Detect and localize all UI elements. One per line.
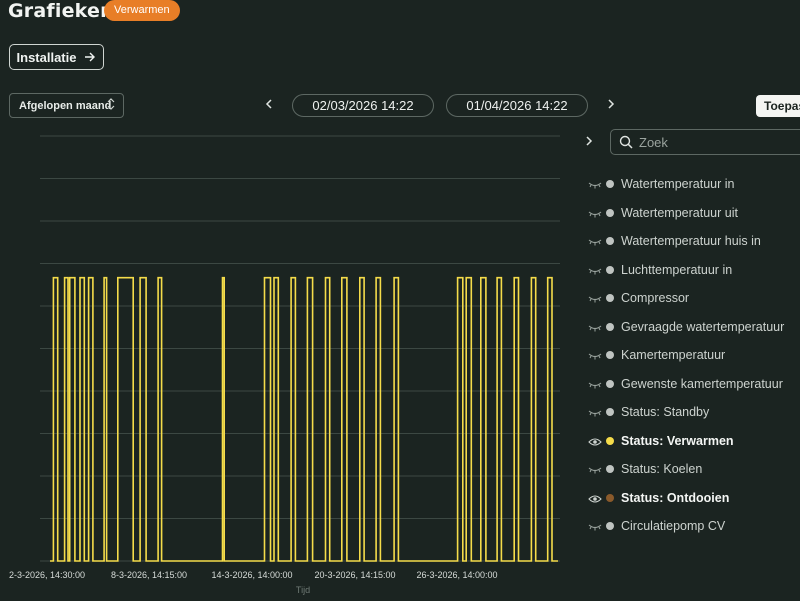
start-date-value: 02/03/2026 14:22 bbox=[312, 98, 414, 113]
legend-color-dot bbox=[606, 522, 614, 531]
eye-closed-icon[interactable] bbox=[588, 322, 602, 332]
mode-badge: Verwarmen bbox=[104, 0, 180, 21]
eye-closed-icon[interactable] bbox=[588, 464, 602, 474]
chevron-left-icon bbox=[265, 99, 272, 109]
legend-item-label: Gewenste kamertemperatuur bbox=[621, 376, 783, 391]
legend-item[interactable]: Circulatiepomp CV bbox=[588, 512, 784, 541]
legend-item-label: Watertemperatuur uit bbox=[621, 205, 738, 220]
status-chart: 2-3-2026, 14:30:00 8-3-2026, 14:15:00 14-3… bbox=[9, 135, 560, 595]
eye-closed-icon[interactable] bbox=[588, 407, 602, 417]
legend-item-label: Status: Koelen bbox=[621, 462, 703, 477]
eye-icon[interactable] bbox=[588, 493, 602, 503]
legend-color-dot bbox=[606, 379, 614, 388]
legend-item[interactable]: Status: Ontdooien bbox=[588, 484, 784, 513]
legend-item[interactable]: Status: Verwarmen bbox=[588, 427, 784, 456]
legend-color-dot bbox=[606, 493, 614, 502]
end-date-input[interactable]: 01/04/2026 14:22 bbox=[446, 94, 588, 117]
period-select[interactable]: Afgelopen maand bbox=[9, 93, 124, 118]
eye-icon[interactable] bbox=[588, 436, 602, 446]
legend-color-dot bbox=[606, 265, 614, 274]
chevron-right-icon bbox=[586, 136, 593, 146]
legend-item-label: Status: Standby bbox=[621, 405, 710, 420]
legend-item-label: Luchttemperatuur in bbox=[621, 262, 733, 277]
eye-closed-icon[interactable] bbox=[588, 350, 602, 360]
legend-color-dot bbox=[606, 408, 614, 417]
legend-item-label: Kamertemperatuur bbox=[621, 348, 726, 363]
x-tick-label: 8-3-2026, 14:15:00 bbox=[111, 570, 187, 580]
legend-item[interactable]: Kamertemperatuur bbox=[588, 341, 784, 370]
end-date-value: 01/04/2026 14:22 bbox=[466, 98, 568, 113]
eye-closed-icon[interactable] bbox=[588, 521, 602, 531]
eye-closed-icon[interactable] bbox=[588, 179, 602, 189]
x-tick-label: 14-3-2026, 14:00:00 bbox=[211, 570, 292, 580]
start-date-input[interactable]: 02/03/2026 14:22 bbox=[292, 94, 434, 117]
legend-item-label: Watertemperatuur huis in bbox=[621, 234, 761, 249]
legend-item-label: Watertemperatuur in bbox=[621, 177, 735, 192]
legend-color-dot bbox=[606, 436, 614, 445]
chevron-right-icon bbox=[608, 99, 615, 109]
search-input[interactable] bbox=[639, 134, 789, 150]
legend-item[interactable]: Status: Koelen bbox=[588, 455, 784, 484]
arrow-right-icon bbox=[85, 52, 96, 62]
search-field[interactable] bbox=[610, 129, 800, 155]
eye-closed-icon[interactable] bbox=[588, 265, 602, 275]
legend-item[interactable]: Watertemperatuur in bbox=[588, 170, 784, 199]
legend-item-label: Circulatiepomp CV bbox=[621, 519, 726, 534]
legend-item-label: Gevraagde watertemperatuur bbox=[621, 319, 785, 334]
search-icon bbox=[619, 135, 633, 149]
legend-color-dot bbox=[606, 208, 614, 217]
legend-item-label: Status: Verwarmen bbox=[621, 433, 734, 448]
eye-closed-icon[interactable] bbox=[588, 208, 602, 218]
installation-button[interactable]: Installatie bbox=[9, 44, 104, 70]
page-title: Grafieken bbox=[8, 0, 114, 22]
x-tick-label: 20-3-2026, 14:15:00 bbox=[314, 570, 395, 580]
x-tick-label: 26-3-2026, 14:00:00 bbox=[416, 570, 497, 580]
chevron-updown-icon bbox=[107, 98, 115, 113]
previous-period-button[interactable] bbox=[261, 96, 277, 112]
x-tick-label: 2-3-2026, 14:30:00 bbox=[9, 570, 85, 580]
x-axis-title: Tijd bbox=[296, 585, 310, 595]
legend-item-label: Compressor bbox=[621, 291, 690, 306]
legend-color-dot bbox=[606, 322, 614, 331]
legend-item[interactable]: Watertemperatuur uit bbox=[588, 199, 784, 228]
next-period-button[interactable] bbox=[603, 96, 619, 112]
legend-item[interactable]: Watertemperatuur huis in bbox=[588, 227, 784, 256]
legend-item[interactable]: Status: Standby bbox=[588, 398, 784, 427]
period-select-value: Afgelopen maand bbox=[19, 99, 112, 112]
legend-item[interactable]: Luchttemperatuur in bbox=[588, 256, 784, 285]
legend-color-dot bbox=[606, 237, 614, 246]
legend-item[interactable]: Gevraagde watertemperatuur bbox=[588, 313, 784, 342]
legend-item[interactable]: Compressor bbox=[588, 284, 784, 313]
eye-closed-icon[interactable] bbox=[588, 379, 602, 389]
series-legend: Watertemperatuur in Watertemperatuur uit W… bbox=[588, 170, 784, 541]
legend-color-dot bbox=[606, 180, 614, 189]
legend-color-dot bbox=[606, 351, 614, 360]
eye-closed-icon[interactable] bbox=[588, 236, 602, 246]
legend-color-dot bbox=[606, 294, 614, 303]
installation-button-label: Installatie bbox=[16, 49, 77, 65]
legend-item[interactable]: Gewenste kamertemperatuur bbox=[588, 370, 784, 399]
apply-button[interactable]: Toepassen bbox=[756, 95, 800, 117]
x-axis-tick-labels: 2-3-2026, 14:30:00 8-3-2026, 14:15:00 14-3… bbox=[9, 570, 498, 580]
legend-color-dot bbox=[606, 465, 614, 474]
legend-item-label: Status: Ontdooien bbox=[621, 490, 730, 505]
collapse-legend-button[interactable] bbox=[585, 134, 593, 149]
eye-closed-icon[interactable] bbox=[588, 293, 602, 303]
